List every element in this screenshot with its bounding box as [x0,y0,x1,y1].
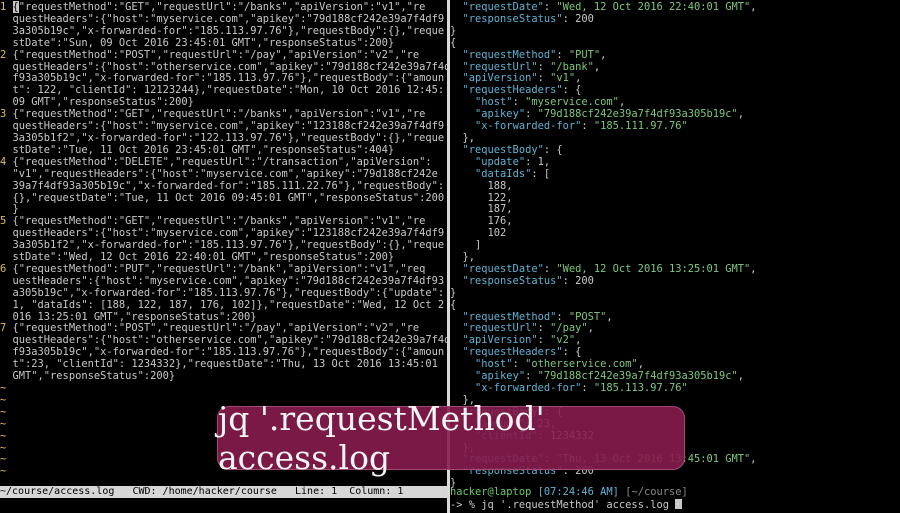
terminal-line: 176, [450,215,513,228]
command-caption-overlay: jq '.requestMethod' access.log [217,399,685,477]
editor-line: 1, "dataIds": [188, 122, 187, 176, 102]}… [0,298,445,311]
terminal-line: } [450,24,457,37]
editor-cursor: { [12,1,19,13]
prompt-dir: [~/course] [625,486,688,498]
terminal-line: "x-forwarded-for": "185.111.97.76" [475,120,688,133]
line-number: 1 [0,1,7,13]
editor-line: "v1","requestHeaders":{"host":"myservice… [0,167,438,180]
empty-line-marker: ~ [0,382,7,394]
editor-line: 2 {"requestMethod":"POST","requestUrl":"… [0,48,420,61]
terminal-line: "x-forwarded-for": "185.113.97.76" [475,382,688,394]
shell-command[interactable]: jq '.requestMethod' access.log [481,499,669,511]
terminal-line: "dataIds": [ [475,167,551,180]
line-number: 5 [0,215,7,228]
prompt-time: [07:24:46 AM] [537,486,619,498]
editor-line: 39a7f4df93a305b19c","x-forwarded-for":"1… [0,179,445,192]
terminal-line: 102 [450,227,507,240]
line-number: 3 [0,108,7,121]
terminal-line: 187, [450,203,513,216]
terminal-cursor [675,499,683,509]
editor-line: stDate":"Tue, 11 Oct 2016 23:45:01 GMT",… [0,143,395,156]
line-number: 7 [0,322,7,335]
caption-text: jq '.requestMethod' access.log [218,399,545,477]
terminal-line: 122, [450,191,513,204]
terminal-line: ] [450,239,482,252]
line-number: 4 [0,155,7,168]
terminal-line: "responseStatus": 200 [462,12,594,25]
editor-line: stDate":"Sun, 09 Oct 2016 23:45:01 GMT",… [0,36,395,49]
editor-line: GMT","responseStatus":200} [0,370,176,383]
editor-line: 4 {"requestMethod":"DELETE","requestUrl"… [0,155,432,168]
prompt-arrow: -> % [450,499,476,511]
terminal-line: } [450,286,457,299]
editor-line: uestHeaders":{"host":"myservice.com","ap… [0,274,445,287]
line-number: 6 [0,262,7,275]
editor-statusbar: ~/course/access.log CWD: /home/hacker/co… [0,486,447,498]
editor-line: 3a305b19c","x-forwarded-for":"185.113.97… [0,24,445,37]
editor-line: {},"requestDate":"Tue, 11 Oct 2016 09:45… [0,191,445,204]
terminal-line: "responseStatus": 200 [462,274,594,287]
line-number: 2 [0,48,7,61]
terminal-line: 188, [450,179,513,192]
shell-command-line[interactable]: -> % jq '.requestMethod' access.log [450,499,683,512]
editor-line: a305b19c","x-forwarded-for":"185.113.97.… [0,286,445,299]
prompt-user-host: hacker@laptop [450,486,532,498]
shell-prompt-info: hacker@laptop [07:24:46 AM] [~/course] [450,486,688,499]
